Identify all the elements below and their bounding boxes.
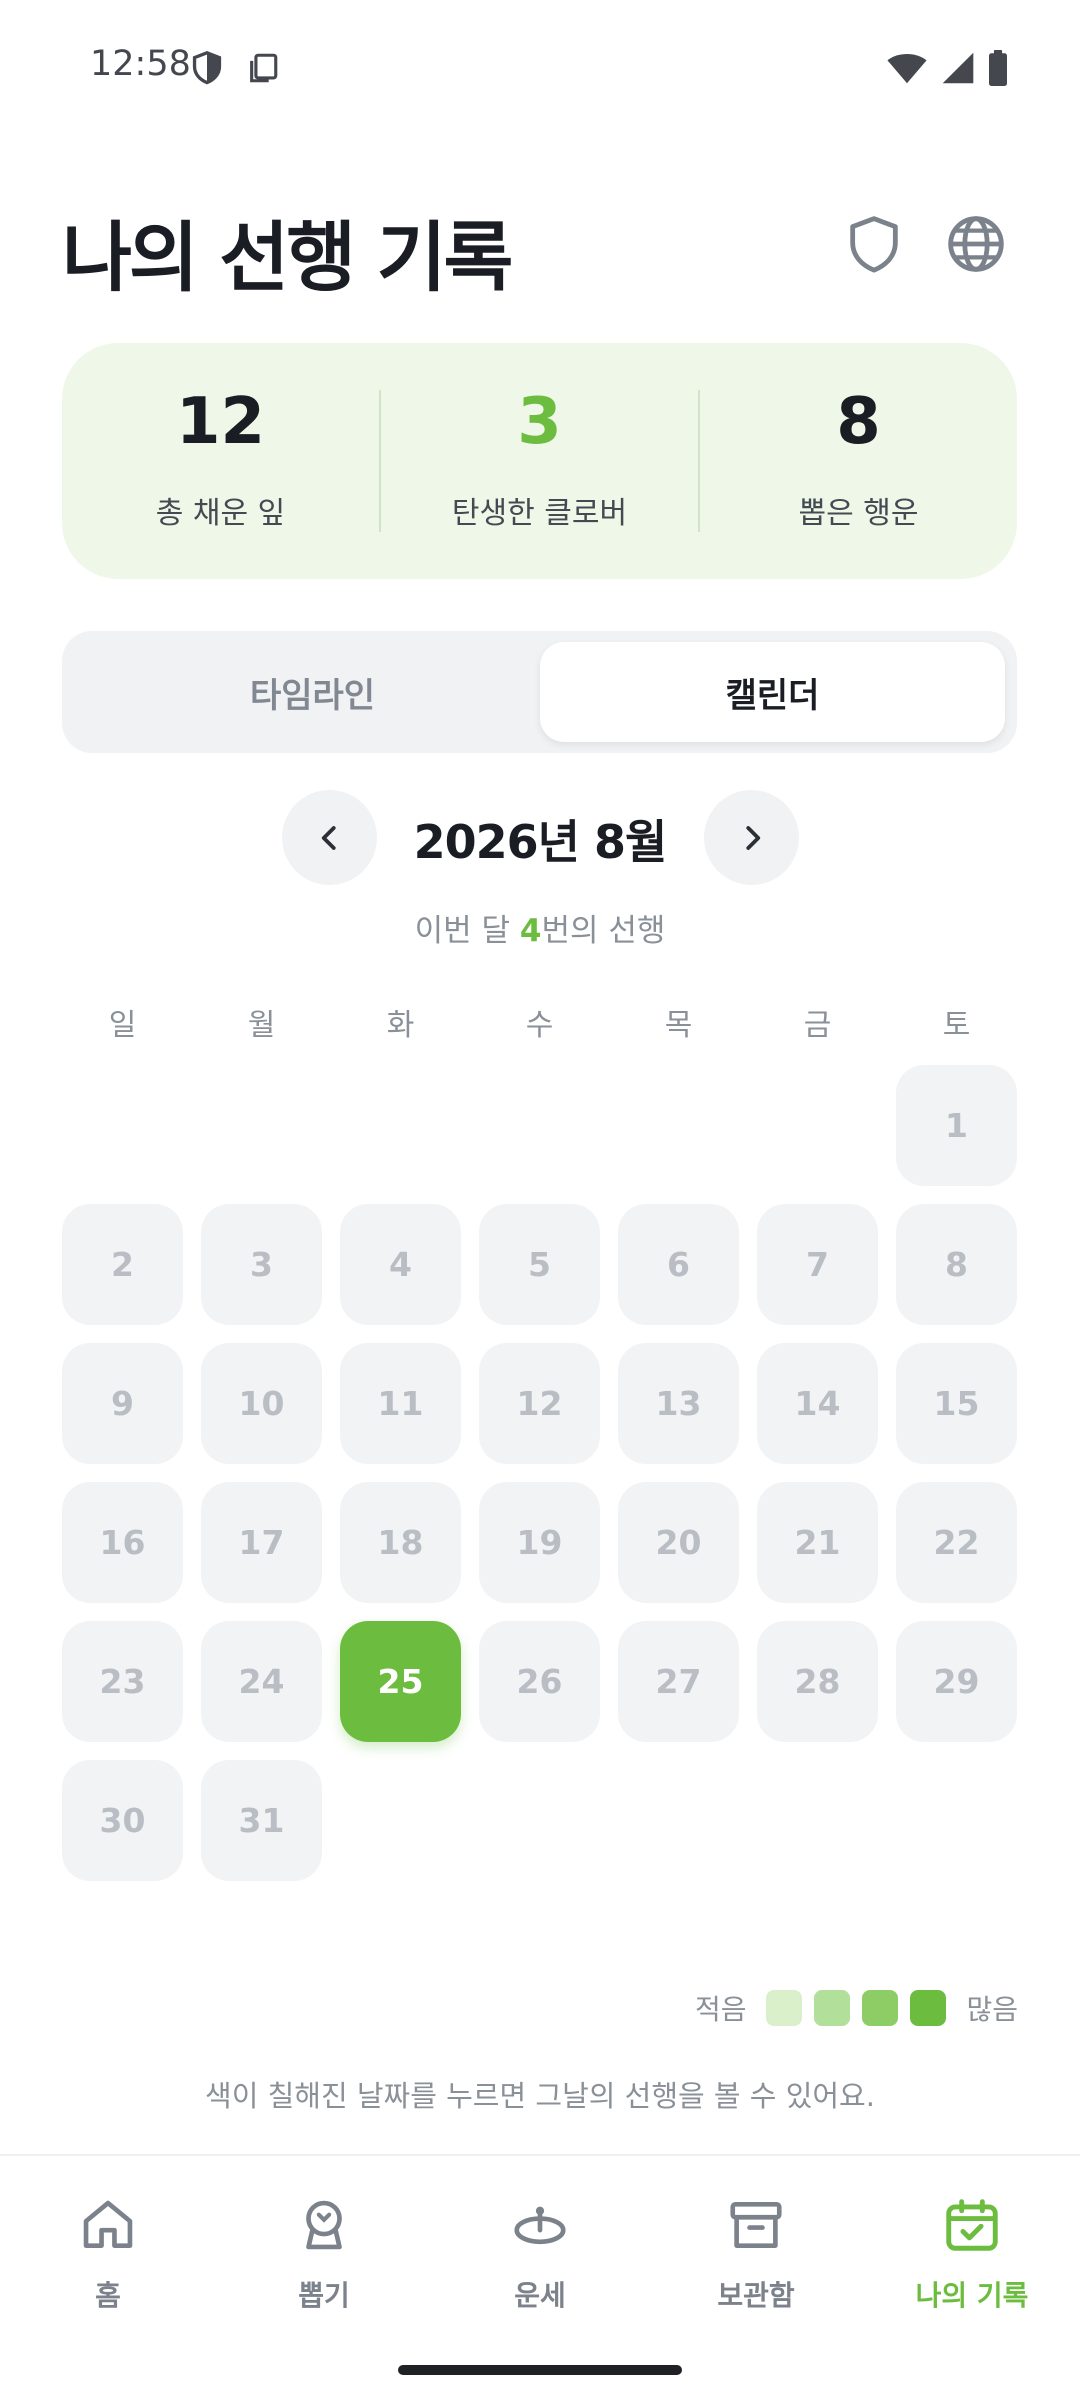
status-right-icons bbox=[886, 50, 1008, 86]
globe-icon bbox=[948, 216, 1004, 272]
calendar-day[interactable]: 17 bbox=[201, 1482, 322, 1603]
calendar-day[interactable]: 18 bbox=[340, 1482, 461, 1603]
nav-home[interactable]: 홈 bbox=[28, 2194, 188, 2314]
battery-icon bbox=[989, 50, 1007, 86]
legend-high-label: 많음 bbox=[966, 1993, 1018, 2026]
home-icon bbox=[83, 2200, 133, 2248]
calendar-day[interactable]: 4 bbox=[340, 1204, 461, 1325]
calendar-day-selected[interactable]: 25 bbox=[340, 1621, 461, 1742]
summary-count: 4 bbox=[519, 913, 542, 949]
nav-label: 홈 bbox=[95, 2279, 121, 2312]
shield-icon bbox=[850, 216, 898, 273]
stat-label: 뽑은 행운 bbox=[798, 496, 919, 531]
wifi-icon bbox=[887, 53, 927, 84]
nav-draw[interactable]: 뽑기 bbox=[244, 2194, 404, 2314]
calendar-day[interactable]: 16 bbox=[62, 1482, 183, 1603]
calendar-day[interactable]: 22 bbox=[896, 1482, 1017, 1603]
legend-swatch-2 bbox=[814, 1990, 851, 2026]
weekday-label: 월 bbox=[247, 1008, 276, 1043]
status-left-icons bbox=[190, 50, 280, 86]
privacy-button[interactable] bbox=[842, 212, 906, 276]
legend-swatch-3 bbox=[862, 1990, 899, 2026]
signal-icon bbox=[942, 52, 974, 84]
calendar-day[interactable]: 13 bbox=[618, 1343, 739, 1464]
nav-label: 뽑기 bbox=[298, 2279, 350, 2312]
nav-label: 보관함 bbox=[717, 2279, 795, 2312]
screenshot-icon bbox=[250, 53, 278, 83]
summary-prefix: 이번 달 bbox=[414, 913, 520, 949]
calendar-day[interactable]: 26 bbox=[479, 1621, 600, 1742]
stat-value: 12 bbox=[175, 385, 266, 459]
weekday-label: 목 bbox=[664, 1008, 693, 1043]
nav-label: 나의 기록 bbox=[915, 2279, 1029, 2312]
nav-fortune[interactable]: 운세 bbox=[460, 2194, 620, 2314]
calendar-hint: 색이 칠해진 날짜를 누르면 그날의 선행을 볼 수 있어요. bbox=[205, 2079, 875, 2113]
calendar-day[interactable]: 15 bbox=[896, 1343, 1017, 1464]
calendar-day[interactable]: 20 bbox=[618, 1482, 739, 1603]
calendar-day[interactable]: 27 bbox=[618, 1621, 739, 1742]
weekday-label: 금 bbox=[803, 1008, 832, 1043]
legend-low-label: 적음 bbox=[694, 1993, 747, 2026]
calendar-day[interactable]: 30 bbox=[62, 1760, 183, 1881]
shield-icon bbox=[192, 50, 222, 85]
weekday-label: 수 bbox=[525, 1008, 554, 1043]
calendar-day[interactable]: 7 bbox=[757, 1204, 878, 1325]
language-button[interactable] bbox=[944, 212, 1008, 276]
nav-label: 운세 bbox=[514, 2279, 566, 2312]
calendar-day[interactable]: 31 bbox=[201, 1760, 322, 1881]
legend-swatch-1 bbox=[766, 1990, 803, 2026]
bottom-nav: 홈 뽑기 운세 보관함 나의 기록 bbox=[0, 2154, 1080, 2400]
stats-card: 12 총 채운 잎 3 탄생한 클로버 8 뽑은 행운 bbox=[62, 343, 1017, 579]
calendar-day[interactable]: 23 bbox=[62, 1621, 183, 1742]
calendar-day[interactable]: 12 bbox=[479, 1343, 600, 1464]
tab-timeline[interactable]: 타임라인 bbox=[80, 642, 545, 742]
month-summary: 이번 달 4번의 선행 bbox=[0, 905, 1080, 950]
stat-total-leaves: 12 총 채운 잎 bbox=[62, 390, 379, 532]
calendar-day[interactable]: 2 bbox=[62, 1204, 183, 1325]
calendar-day[interactable]: 10 bbox=[201, 1343, 322, 1464]
calendar-day[interactable]: 5 bbox=[479, 1204, 600, 1325]
calendar-day[interactable]: 8 bbox=[896, 1204, 1017, 1325]
chevron-right-icon bbox=[745, 825, 760, 850]
summary-suffix: 번의 선행 bbox=[541, 913, 666, 949]
status-time: 12:58 bbox=[90, 44, 191, 84]
weekday-label: 토 bbox=[942, 1008, 971, 1043]
stat-clovers-born: 3 탄생한 클로버 bbox=[381, 390, 698, 532]
calendar-day[interactable]: 6 bbox=[618, 1204, 739, 1325]
fortune-icon bbox=[514, 2206, 566, 2245]
stat-value: 3 bbox=[517, 385, 562, 459]
next-month-button[interactable] bbox=[704, 790, 799, 885]
stat-luck-drawn: 8 뽑은 행운 bbox=[700, 390, 1017, 532]
view-toggle: 타임라인 캘린더 bbox=[62, 631, 1017, 753]
page-title: 나의 선행 기록 bbox=[62, 213, 513, 302]
weekday-label: 화 bbox=[386, 1008, 415, 1043]
intensity-legend: 적음 많음 bbox=[695, 1988, 1018, 2028]
stat-label: 탄생한 클로버 bbox=[451, 496, 628, 531]
calendar-day[interactable]: 29 bbox=[896, 1621, 1017, 1742]
legend-swatch-4 bbox=[910, 1990, 947, 2026]
calendar-check-icon bbox=[946, 2199, 998, 2251]
claw-machine-icon bbox=[306, 2200, 342, 2250]
calendar-day[interactable]: 9 bbox=[62, 1343, 183, 1464]
stat-value: 8 bbox=[836, 385, 881, 459]
stat-label: 총 채운 잎 bbox=[155, 496, 286, 531]
calendar-day[interactable]: 11 bbox=[340, 1343, 461, 1464]
calendar-day[interactable]: 28 bbox=[757, 1621, 878, 1742]
month-title: 2026년 8월 bbox=[413, 815, 668, 869]
calendar-day[interactable]: 1 bbox=[896, 1065, 1017, 1186]
calendar-day[interactable]: 21 bbox=[757, 1482, 878, 1603]
status-bar: 12:58 bbox=[0, 0, 1080, 136]
tab-calendar[interactable]: 캘린더 bbox=[540, 642, 1005, 742]
calendar-day[interactable]: 24 bbox=[201, 1621, 322, 1742]
nav-my-records[interactable]: 나의 기록 bbox=[892, 2194, 1052, 2314]
weekday-label: 일 bbox=[108, 1008, 137, 1043]
calendar-day[interactable]: 19 bbox=[479, 1482, 600, 1603]
archive-icon bbox=[730, 2202, 782, 2248]
calendar-day[interactable]: 3 bbox=[201, 1204, 322, 1325]
nav-archive[interactable]: 보관함 bbox=[676, 2194, 836, 2314]
calendar-day[interactable]: 14 bbox=[757, 1343, 878, 1464]
home-indicator bbox=[398, 2365, 682, 2375]
